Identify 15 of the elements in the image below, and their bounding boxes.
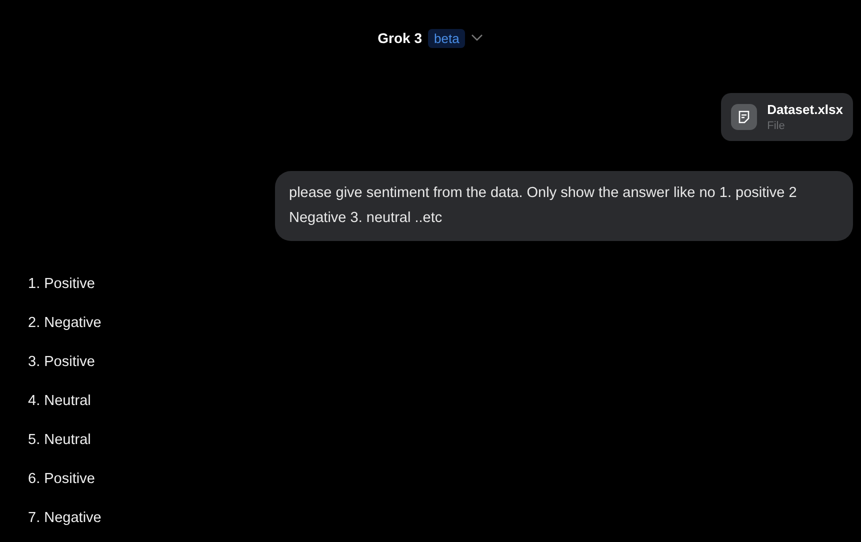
answer-line: 4. Neutral xyxy=(28,392,92,411)
answer-line: 7. Negative xyxy=(28,509,102,528)
file-type: File xyxy=(767,120,786,132)
user-message: please give sentiment from the data. Only show the answer like no 1. positive 2 Negative 3. neutral ..etc xyxy=(275,171,853,241)
answer-line: 3. Positive xyxy=(28,353,96,372)
chevron-down-icon[interactable] xyxy=(471,34,484,42)
model-name: Grok 3 xyxy=(378,30,422,46)
file-name: Dataset.xlsx xyxy=(767,102,843,117)
file-attachment[interactable]: Dataset.xlsx File xyxy=(721,93,853,141)
beta-badge: beta xyxy=(428,28,466,48)
document-icon xyxy=(731,104,758,130)
answer-line: 5. Neutral xyxy=(28,431,92,450)
answer-line: 1. Positive xyxy=(28,275,96,294)
answer-line: 2. Negative xyxy=(28,314,102,333)
answer-line: 6. Positive xyxy=(28,470,96,489)
